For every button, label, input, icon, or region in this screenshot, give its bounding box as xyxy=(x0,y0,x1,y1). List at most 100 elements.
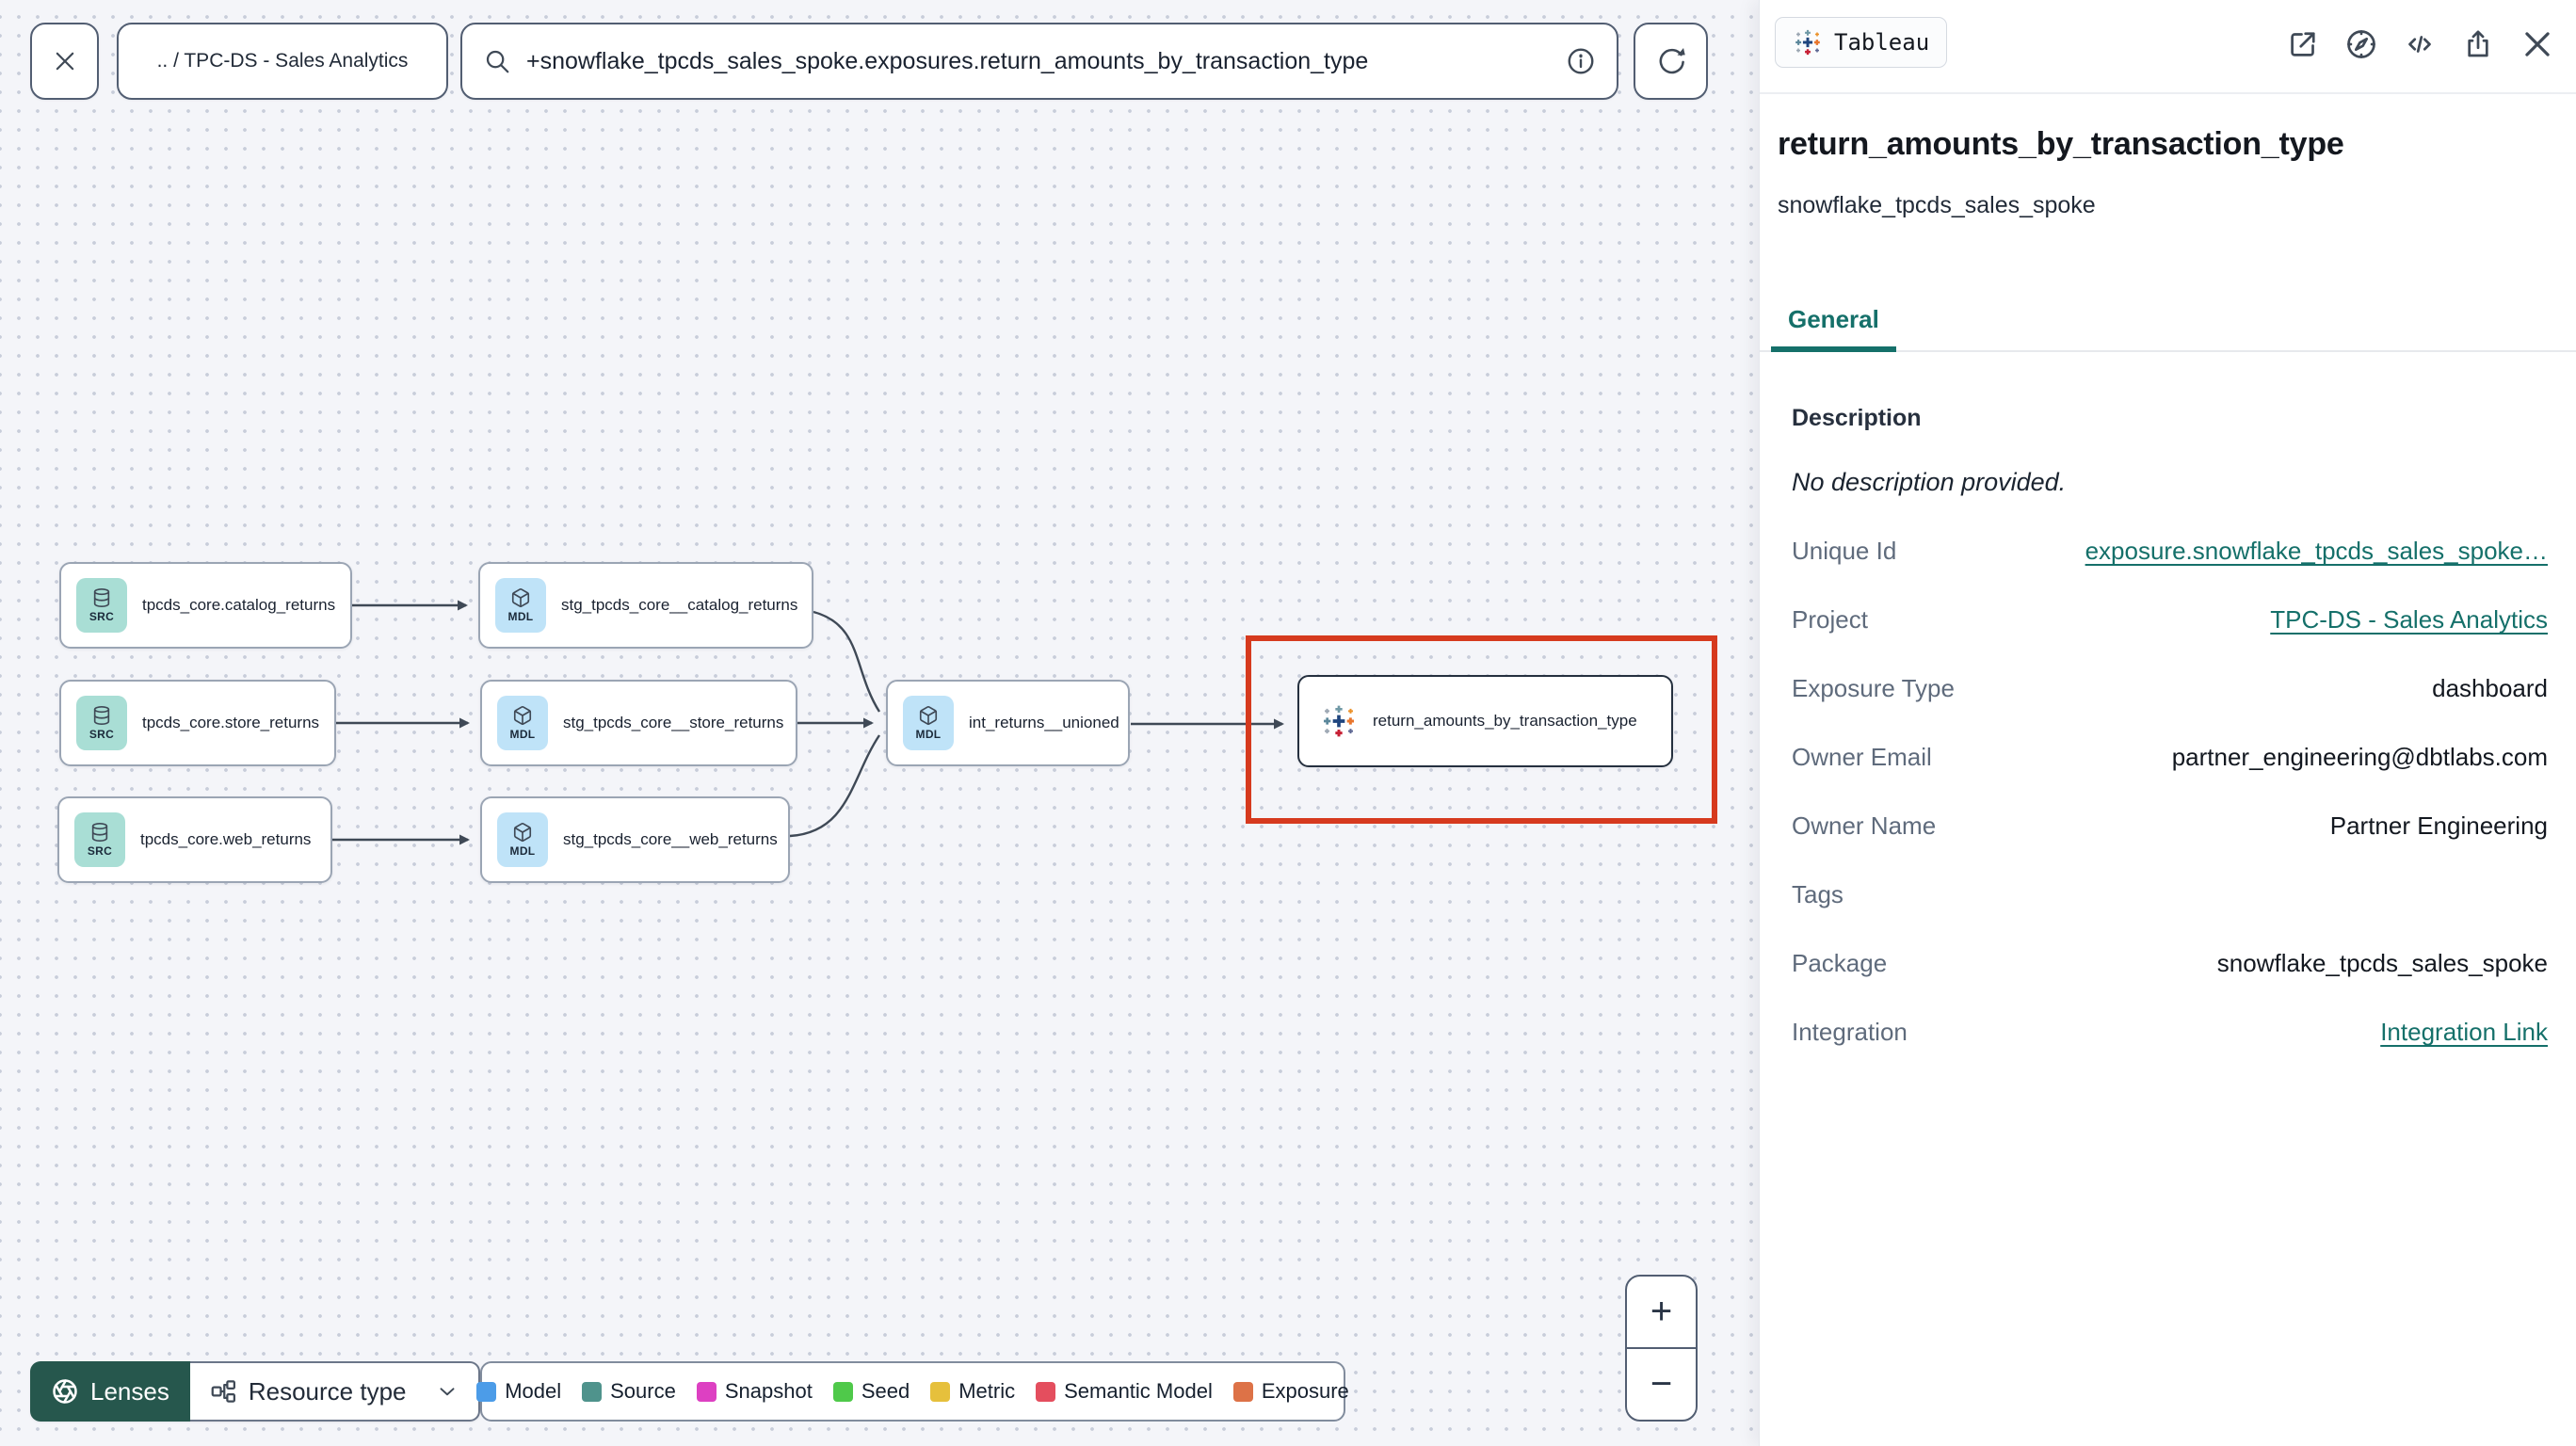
badge-label: SRC xyxy=(87,844,113,858)
resource-type-dropdown[interactable]: Resource type xyxy=(189,1361,480,1422)
lineage-search-bar[interactable] xyxy=(460,23,1618,100)
description-heading: Description xyxy=(1792,405,1922,431)
tableau-type-badge: Tableau xyxy=(1775,17,1948,68)
legend-swatch-semantic-model xyxy=(1036,1381,1056,1402)
info-icon[interactable] xyxy=(1566,46,1596,76)
legend-swatch-model xyxy=(476,1381,497,1402)
graph-node-stg-catalog-returns[interactable]: MDL stg_tpcds_core__catalog_returns xyxy=(478,562,813,649)
field-value: dashboard xyxy=(2432,674,2548,702)
legend-item: Metric xyxy=(930,1379,1015,1404)
node-label: stg_tpcds_core__catalog_returns xyxy=(561,596,798,614)
legend-swatch-seed xyxy=(832,1381,853,1402)
legend-swatch-source xyxy=(582,1381,603,1402)
tableau-icon xyxy=(1324,705,1354,737)
node-label: stg_tpcds_core__web_returns xyxy=(563,830,778,848)
legend-swatch-snapshot xyxy=(696,1381,716,1402)
aperture-icon xyxy=(53,1379,77,1404)
dbt-explorer-lineage-page: SRC tpcds_core.catalog_returns MDL stg_t… xyxy=(0,0,2576,1446)
graph-node-source-web-returns[interactable]: SRC tpcds_core.web_returns xyxy=(57,796,332,883)
share-button[interactable] xyxy=(2461,27,2495,61)
code-icon xyxy=(2408,36,2431,53)
source-badge: SRC xyxy=(74,812,125,867)
field-label: Package xyxy=(1792,949,1888,977)
close-lineage-button[interactable] xyxy=(30,23,99,100)
details-field-list: Unique Id exposure.snowflake_tpcds_sales… xyxy=(1792,537,2548,1046)
node-label: stg_tpcds_core__store_returns xyxy=(563,714,784,731)
legend-item: Model xyxy=(476,1379,561,1404)
close-panel-button[interactable] xyxy=(2520,26,2555,62)
field-value: partner_engineering@dbtlabs.com xyxy=(2171,743,2548,771)
node-label: return_amounts_by_transaction_type xyxy=(1373,712,1637,730)
explore-lineage-button[interactable] xyxy=(2344,27,2378,61)
close-icon xyxy=(56,52,73,71)
search-icon xyxy=(486,50,509,73)
node-label: tpcds_core.catalog_returns xyxy=(142,596,336,614)
field-value: snowflake_tpcds_sales_spoke xyxy=(2216,949,2548,977)
zoom-in-button[interactable]: + xyxy=(1627,1277,1696,1349)
field-label: Tags xyxy=(1792,880,1843,908)
field-label: Exposure Type xyxy=(1792,674,1955,702)
divider xyxy=(1760,92,2576,94)
lenses-button[interactable]: Lenses xyxy=(30,1361,190,1422)
cube-icon xyxy=(513,706,532,726)
source-badge: SRC xyxy=(76,696,127,750)
field-label: Owner Name xyxy=(1792,811,1937,840)
field-row-owner-name: Owner Name Partner Engineering xyxy=(1792,811,2548,840)
hierarchy-icon xyxy=(211,1380,235,1403)
lenses-bar: Lenses Resource type xyxy=(30,1361,480,1422)
badge-label: MDL xyxy=(915,728,942,741)
legend-item: Source xyxy=(582,1379,676,1404)
legend-swatch-exposure xyxy=(1232,1381,1253,1402)
description-empty-text: No description provided. xyxy=(1792,468,2067,496)
field-row-integration: Integration Integration Link xyxy=(1792,1018,2548,1046)
legend-item: Semantic Model xyxy=(1036,1379,1213,1404)
tab-general[interactable]: General xyxy=(1771,290,1896,352)
model-badge: MDL xyxy=(495,578,546,633)
compass-icon xyxy=(2347,30,2375,58)
field-label: Owner Email xyxy=(1792,743,1932,771)
cube-icon xyxy=(511,588,530,608)
breadcrumb-label: .. / TPC-DS - Sales Analytics xyxy=(156,50,409,72)
view-code-button[interactable] xyxy=(2403,27,2437,61)
close-icon xyxy=(2525,32,2550,56)
field-label: Project xyxy=(1792,605,1868,634)
zoom-controls: + − xyxy=(1625,1275,1698,1422)
refresh-lineage-button[interactable] xyxy=(1634,23,1708,100)
graph-node-int-returns-unioned[interactable]: MDL int_returns__unioned xyxy=(886,680,1130,766)
graph-node-source-store-returns[interactable]: SRC tpcds_core.store_returns xyxy=(59,680,336,766)
field-row-unique-id: Unique Id exposure.snowflake_tpcds_sales… xyxy=(1792,537,2548,565)
project-link[interactable]: TPC-DS - Sales Analytics xyxy=(2270,605,2548,635)
node-label: tpcds_core.web_returns xyxy=(140,830,312,848)
refresh-icon xyxy=(1659,47,1685,74)
database-icon xyxy=(93,706,110,725)
unique-id-link[interactable]: exposure.snowflake_tpcds_sales_spoke… xyxy=(2085,537,2548,566)
tableau-icon xyxy=(1795,29,1820,56)
field-row-owner-email: Owner Email partner_engineering@dbtlabs.… xyxy=(1792,743,2548,771)
graph-node-stg-web-returns[interactable]: MDL stg_tpcds_core__web_returns xyxy=(480,796,790,883)
breadcrumb[interactable]: .. / TPC-DS - Sales Analytics xyxy=(117,23,448,100)
chevron-down-icon xyxy=(440,1388,455,1396)
graph-node-source-catalog-returns[interactable]: SRC tpcds_core.catalog_returns xyxy=(59,562,352,649)
open-external-button[interactable] xyxy=(2286,27,2320,61)
resource-type-legend: Model Source Snapshot Seed Metric Semant… xyxy=(476,1361,1349,1422)
share-icon xyxy=(2468,30,2488,57)
database-icon xyxy=(93,588,110,607)
legend-swatch-metric xyxy=(930,1381,951,1402)
source-badge: SRC xyxy=(76,578,127,633)
badge-label: SRC xyxy=(89,728,115,741)
integration-link[interactable]: Integration Link xyxy=(2380,1018,2548,1047)
resource-type-label: Resource type xyxy=(248,1376,407,1406)
zoom-out-button[interactable]: − xyxy=(1627,1349,1696,1420)
node-label: int_returns__unioned xyxy=(969,714,1119,731)
field-value: Partner Engineering xyxy=(2329,811,2548,840)
graph-node-stg-store-returns[interactable]: MDL stg_tpcds_core__store_returns xyxy=(480,680,797,766)
graph-node-exposure-selected[interactable]: return_amounts_by_transaction_type xyxy=(1297,675,1673,767)
model-badge: MDL xyxy=(497,696,548,750)
cube-icon xyxy=(513,823,532,843)
lineage-canvas[interactable]: SRC tpcds_core.catalog_returns MDL stg_t… xyxy=(0,0,1759,1446)
node-details-panel: Tableau return_amounts_by_transaction_ty… xyxy=(1759,0,2576,1446)
search-input[interactable] xyxy=(524,46,1553,76)
lenses-label: Lenses xyxy=(90,1376,169,1406)
badge-label: SRC xyxy=(89,610,115,623)
legend-item: Snapshot xyxy=(696,1379,813,1404)
